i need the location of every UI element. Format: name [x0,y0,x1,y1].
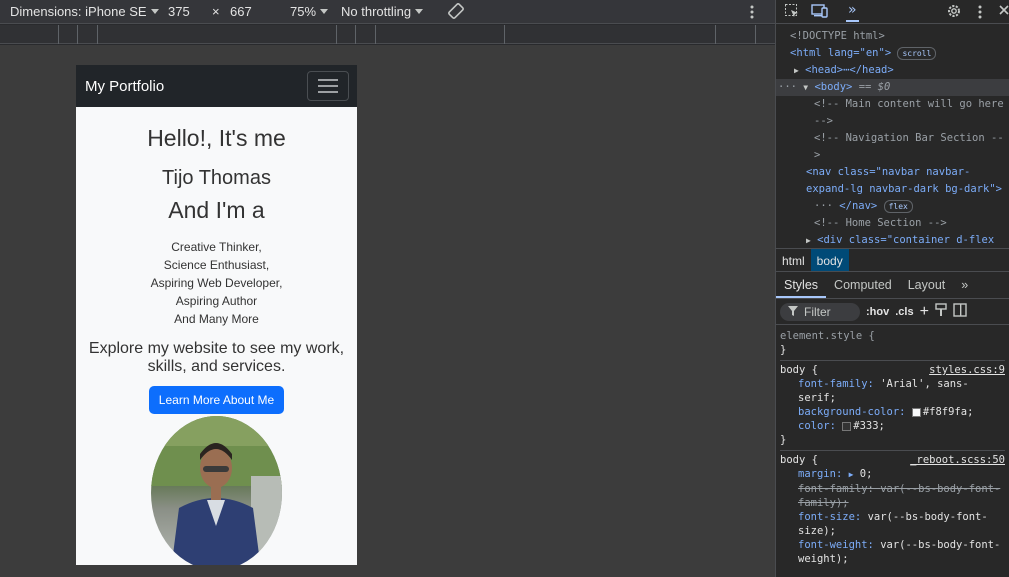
filter-input[interactable]: Filter [780,302,860,321]
more-tabs-icon[interactable]: » [846,2,859,22]
device-toggle-icon[interactable] [811,3,829,23]
dom-node-nav[interactable]: <nav class="navbar navbar-expand-lg navb… [776,164,1009,198]
hello-heading: Hello!, It's me [147,125,286,151]
cls-button[interactable]: .cls [895,306,913,318]
media-query-bar [0,25,775,44]
gear-icon[interactable] [946,3,962,23]
profile-photo [151,416,282,565]
devtools-panel: » <!DOCTYPE html> <html lang="en"> scrol… [775,0,1009,577]
styles-tabs: Styles Computed Layout » [776,272,1009,299]
throttling-dropdown[interactable]: No throttling [341,4,424,19]
dom-comment: <!-- Main content will go here --> [814,98,1004,127]
roles-list: Creative Thinker, Science Enthusiast, As… [76,238,357,328]
breadcrumb: html body [776,248,1009,272]
rotate-icon[interactable] [446,1,466,24]
chevron-down-icon [320,9,329,14]
flex-badge[interactable]: flex [883,199,913,213]
home-section: Hello!, It's me Tijo Thomas And I'm a Cr… [76,124,357,565]
devtools-toolbar: » [776,0,1009,24]
chevron-down-icon [415,9,424,14]
rule-selector: body { [780,364,818,376]
navbar: My Portfolio [76,65,357,107]
throttling-label: No throttling [341,4,412,19]
role-item: Science Enthusiast, [163,258,270,272]
zoom-label: 75% [290,4,317,19]
rule-selector: body { [780,454,818,466]
filter-icon [788,305,798,319]
dom-comment: <!-- Navigation Bar Section --> [814,132,1004,161]
css-rule[interactable]: body { styles.css:9 font-family: 'Arial'… [780,361,1005,451]
kebab-menu-icon[interactable] [976,4,984,24]
dom-doctype: <!DOCTYPE html> [790,30,885,42]
learn-more-button[interactable]: Learn More About Me [148,386,285,414]
breadcrumb-html[interactable]: html [776,249,811,271]
scroll-badge[interactable]: scroll [897,46,937,60]
role-item: Aspiring Web Developer, [150,276,283,290]
sidebar-toggle-icon[interactable] [953,303,967,320]
more-tabs-icon[interactable]: » [953,273,976,297]
height-input[interactable]: 667 [230,4,252,19]
dom-node-div[interactable]: ▶ <div class="container d-flex [776,232,1009,248]
dom-tree: <!DOCTYPE html> <html lang="en"> scroll … [776,24,1009,248]
dom-node-html[interactable]: <html lang="en"> scroll [776,45,1009,62]
role-item: And Many More [174,312,259,326]
plus-icon[interactable]: + [920,303,929,321]
dom-node-body[interactable]: ··· ▼ <body> == $0 [776,79,1009,96]
explore-text: Explore my website to see my work, skill… [88,340,345,375]
zoom-dropdown[interactable]: 75% [290,4,329,19]
styles-pane: element.style { } body { styles.css:9 fo… [776,325,1009,571]
times-sign: × [212,4,220,19]
source-link[interactable]: _reboot.scss:50 [910,453,1005,467]
navbar-toggler-button[interactable] [307,71,349,101]
dom-node-nav-close[interactable]: ··· </nav> flex [776,198,1009,215]
role-item: Creative Thinker, [171,240,262,254]
inspect-element-icon[interactable] [784,3,800,23]
dimensions-label: Dimensions: iPhone SE [10,4,147,19]
styles-filter-bar: Filter :hov .cls + [776,299,1009,325]
element-style-rule[interactable]: element.style { } [780,327,1005,361]
tab-layout[interactable]: Layout [900,273,954,297]
tab-computed[interactable]: Computed [826,273,900,297]
device-toolbar: Dimensions: iPhone SE 375 × 667 75% No t… [0,0,775,24]
color-swatch[interactable] [911,407,921,417]
dom-comment: <!-- Home Section --> [814,217,947,229]
iam-heading: And I'm a [168,197,265,223]
css-rule[interactable]: body { _reboot.scss:50 margin: ▶ 0; font… [780,451,1005,569]
source-link[interactable]: styles.css:9 [929,363,1005,377]
chevron-down-icon [150,9,159,14]
role-item: Aspiring Author [175,294,258,308]
color-swatch[interactable] [842,421,852,431]
name-heading: Tijo Thomas [162,167,271,189]
breadcrumb-body[interactable]: body [810,249,849,271]
emulated-page: My Portfolio Hello!, It's me Tijo Thomas… [76,65,357,565]
width-input[interactable]: 375 [168,4,190,19]
close-icon[interactable] [998,3,1009,21]
dom-node-head[interactable]: ▶ <head>⋯</head> [776,62,1009,79]
more-options-icon[interactable] [748,4,756,23]
hamburger-icon [318,79,338,81]
tab-styles[interactable]: Styles [776,273,827,298]
hov-button[interactable]: :hov [866,306,889,318]
paint-brush-icon[interactable] [935,303,947,320]
dimensions-dropdown[interactable]: Dimensions: iPhone SE [10,4,159,19]
navbar-brand[interactable]: My Portfolio [85,78,164,95]
